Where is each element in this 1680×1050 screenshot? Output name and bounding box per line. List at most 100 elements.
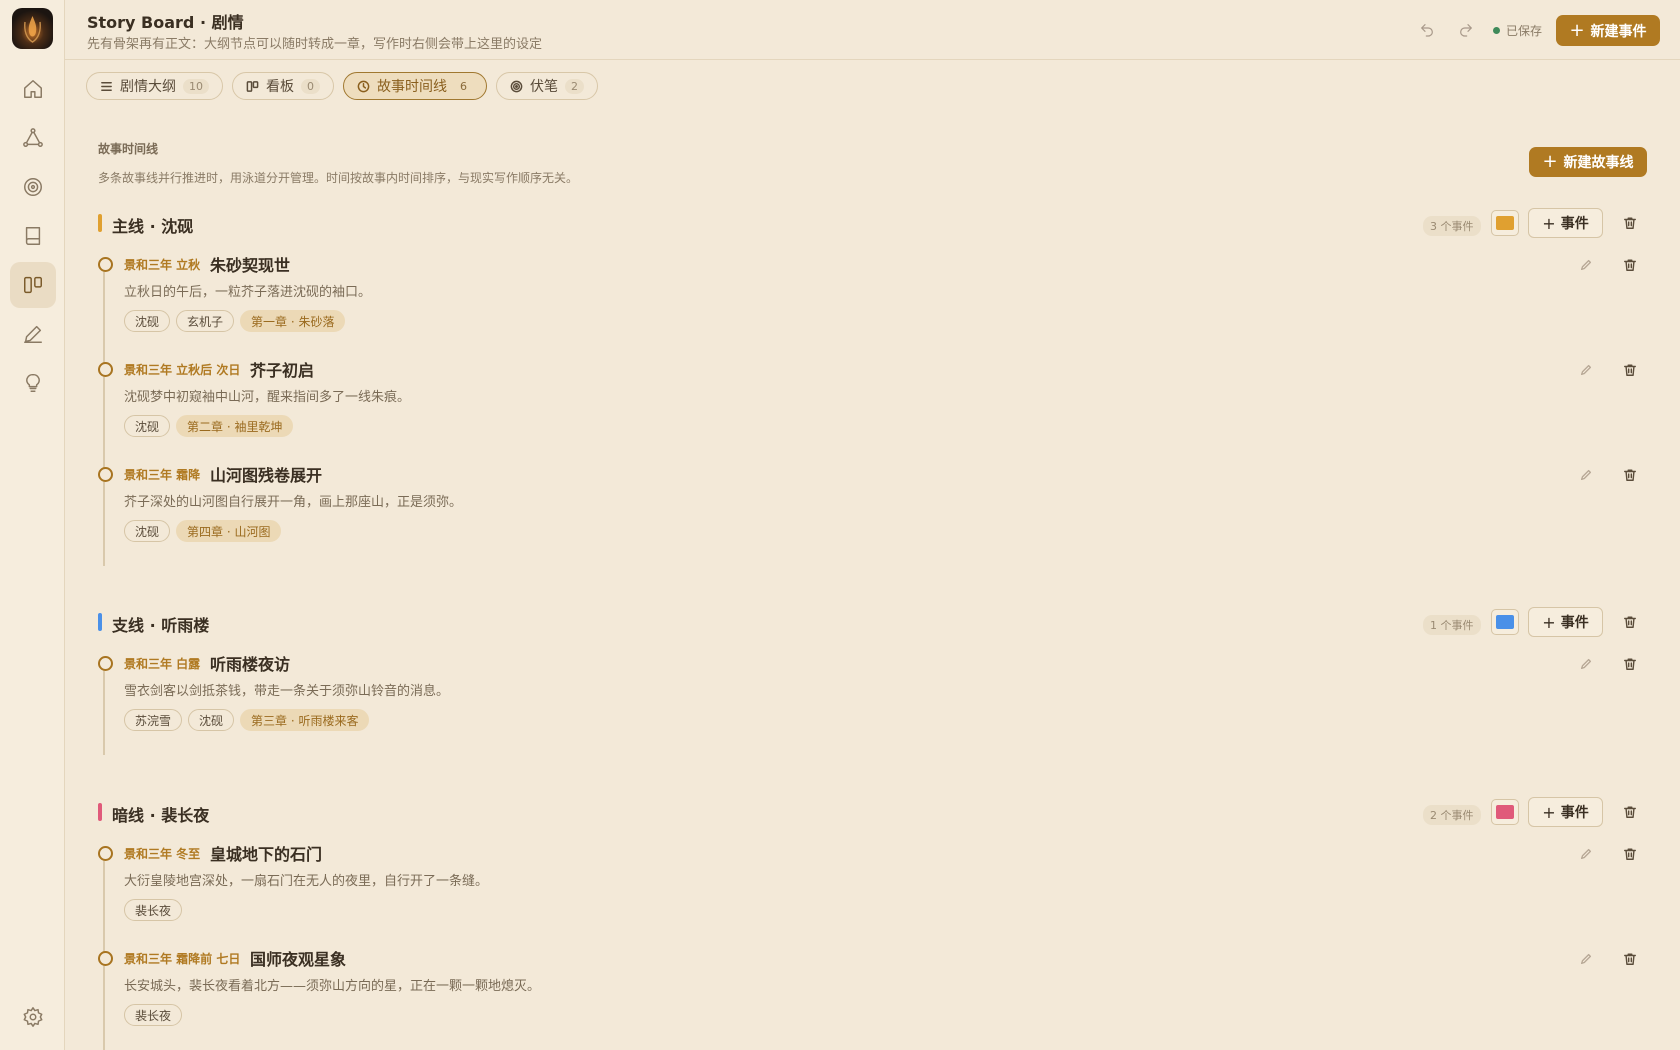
tab-label: 伏笔 (530, 79, 558, 95)
event-description: 长安城头，裴长夜看着北方——须弥山方向的星，正在一颗一颗地熄灭。 (124, 979, 541, 994)
chapter-tag[interactable]: 第二章 · 袖里乾坤 (176, 415, 294, 437)
delete-event-button[interactable] (1621, 466, 1639, 484)
event-title: 听雨楼夜访 (210, 655, 291, 674)
character-tag[interactable]: 裴长夜 (124, 899, 183, 921)
character-tag[interactable]: 沈砚 (124, 310, 171, 332)
character-tag[interactable]: 裴长夜 (124, 1004, 183, 1026)
redo-button[interactable] (1456, 20, 1476, 40)
delete-event-button[interactable] (1621, 845, 1639, 863)
delete-lane-button[interactable] (1621, 613, 1639, 631)
nav-board[interactable] (10, 262, 56, 308)
tab-count: 2 (565, 78, 584, 94)
timeline-event[interactable]: 景和三年 白露 听雨楼夜访 雪衣剑客以剑抵茶钱，带走一条关于须弥山铃音的消息。 苏浣雪… (98, 650, 1648, 750)
character-tag[interactable]: 沈砚 (188, 709, 235, 731)
delete-lane-button[interactable] (1621, 214, 1639, 232)
clock-icon (357, 80, 370, 92)
event-title: 国师夜观星象 (250, 950, 347, 969)
nav-settings[interactable] (10, 994, 56, 1040)
lane-header: 暗线 · 裴长夜 2 个事件 + 事件 (98, 797, 1648, 827)
delete-event-button[interactable] (1621, 256, 1639, 274)
plus-icon: + (1542, 802, 1556, 822)
graph-icon (23, 128, 43, 147)
timeline-event[interactable]: 景和三年 霜降前 七日 国师夜观星象长安城头，裴长夜看着北方——须弥山方向的星，正… (98, 945, 1648, 1045)
chapter-tag[interactable]: 第三章 · 听雨楼来客 (240, 709, 370, 731)
new-storyline-button[interactable]: + 新建故事线 (1529, 147, 1647, 177)
lane-title: 暗线 · 裴长夜 (112, 806, 210, 825)
character-tag[interactable]: 沈砚 (124, 520, 171, 542)
lane-title: 支线 · 听雨楼 (112, 616, 210, 635)
event-date: 景和三年 白露 (124, 657, 201, 671)
lane-color-picker[interactable] (1491, 210, 1519, 236)
timeline-event[interactable]: 景和三年 立秋后 次日 芥子初启 沈砚梦中初窥袖中山河，醒来指间多了一线朱痕。 沈砚第… (98, 356, 1648, 456)
save-status: 已保存 (1493, 22, 1542, 39)
section-description: 多条故事线并行推进时，用泳道分开管理。时间按故事内时间排序，与现实写作顺序无关。 (98, 171, 579, 185)
undo-icon (1421, 24, 1433, 37)
nav-book[interactable] (10, 213, 56, 259)
trash-icon (1623, 363, 1637, 377)
plus-icon: + (1542, 213, 1556, 233)
character-tag[interactable]: 苏浣雪 (124, 709, 183, 731)
edit-event-button[interactable] (1577, 361, 1595, 379)
delete-event-button[interactable] (1621, 655, 1639, 673)
lane-title: 主线 · 沈砚 (112, 217, 194, 236)
add-event-button[interactable]: + 事件 (1528, 607, 1603, 637)
character-tag[interactable]: 玄机子 (176, 310, 235, 332)
gear-icon (23, 1007, 43, 1027)
timeline-event[interactable]: 景和三年 立秋 朱砂契现世 立秋日的午后，一粒芥子落进沈砚的袖口。 沈砚 玄机子 第一章 … (98, 251, 1648, 351)
nav-graph[interactable] (10, 115, 56, 161)
app-logo[interactable] (12, 8, 53, 49)
pencil-icon (1579, 952, 1593, 966)
event-description: 沈砚梦中初窥袖中山河，醒来指间多了一线朱痕。 (124, 390, 411, 405)
delete-event-button[interactable] (1621, 361, 1639, 379)
board-icon (246, 80, 259, 92)
character-tag[interactable]: 沈砚 (124, 415, 171, 437)
color-swatch (1496, 615, 1514, 629)
trash-icon (1623, 805, 1637, 819)
timeline-event[interactable]: 景和三年 霜降 山河图残卷展开 芥子深处的山河图自行展开一角，画上那座山，正是须弥。… (98, 461, 1648, 561)
edit-event-button[interactable] (1577, 655, 1595, 673)
event-description: 立秋日的午后，一粒芥子落进沈砚的袖口。 (124, 285, 372, 300)
tab-board[interactable]: 看板 0 (232, 72, 334, 100)
plus-icon: + (1542, 151, 1558, 172)
event-date: 景和三年 霜降前 七日 (124, 952, 241, 966)
new-event-button[interactable]: + 新建事件 (1556, 15, 1660, 46)
tab-foreshadow[interactable]: 伏笔 2 (496, 72, 598, 100)
add-event-label: 事件 (1560, 615, 1589, 631)
edit-event-button[interactable] (1577, 466, 1595, 484)
edit-event-button[interactable] (1577, 950, 1595, 968)
timeline-event[interactable]: 景和三年 冬至 皇城地下的石门 大衍皇陵地宫深处，一扇石门在无人的夜里，自行开了一条… (98, 840, 1648, 940)
tab-timeline[interactable]: 故事时间线 6 (343, 72, 487, 100)
nav-write[interactable] (10, 311, 56, 357)
edit-event-button[interactable] (1577, 845, 1595, 863)
tab-label: 剧情大纲 (120, 79, 176, 95)
edit-event-button[interactable] (1577, 256, 1595, 274)
color-swatch (1496, 805, 1514, 819)
pen-icon (24, 325, 42, 343)
chapter-tag[interactable]: 第四章 · 山河图 (176, 520, 282, 542)
add-event-button[interactable]: + 事件 (1528, 208, 1603, 238)
event-tags: 苏浣雪 沈砚 第三章 · 听雨楼来客 (124, 709, 370, 731)
undo-button[interactable] (1417, 20, 1437, 40)
add-event-button[interactable]: + 事件 (1528, 797, 1603, 827)
nav-home[interactable] (10, 66, 56, 112)
delete-lane-button[interactable] (1621, 803, 1639, 821)
tab-outline[interactable]: 剧情大纲 10 (86, 72, 223, 100)
delete-event-button[interactable] (1621, 950, 1639, 968)
lane-color-picker[interactable] (1491, 799, 1519, 825)
lane-event-count: 1 个事件 (1423, 615, 1481, 635)
new-storyline-label: 新建故事线 (1563, 155, 1634, 171)
new-event-label: 新建事件 (1590, 23, 1647, 40)
list-icon (101, 81, 112, 91)
lane-event-count: 2 个事件 (1423, 805, 1481, 825)
nav-ideas[interactable] (10, 360, 56, 406)
nav-target[interactable] (10, 164, 56, 210)
flame-icon (24, 16, 41, 43)
lane-color-picker[interactable] (1491, 609, 1519, 635)
board-icon (24, 276, 42, 294)
chapter-tag[interactable]: 第一章 · 朱砂落 (240, 310, 346, 332)
event-node-icon (98, 467, 113, 482)
event-date: 景和三年 立秋后 次日 (124, 363, 241, 377)
event-title: 皇城地下的石门 (210, 845, 323, 864)
tab-label: 故事时间线 (377, 79, 447, 95)
tab-label: 看板 (266, 79, 294, 95)
